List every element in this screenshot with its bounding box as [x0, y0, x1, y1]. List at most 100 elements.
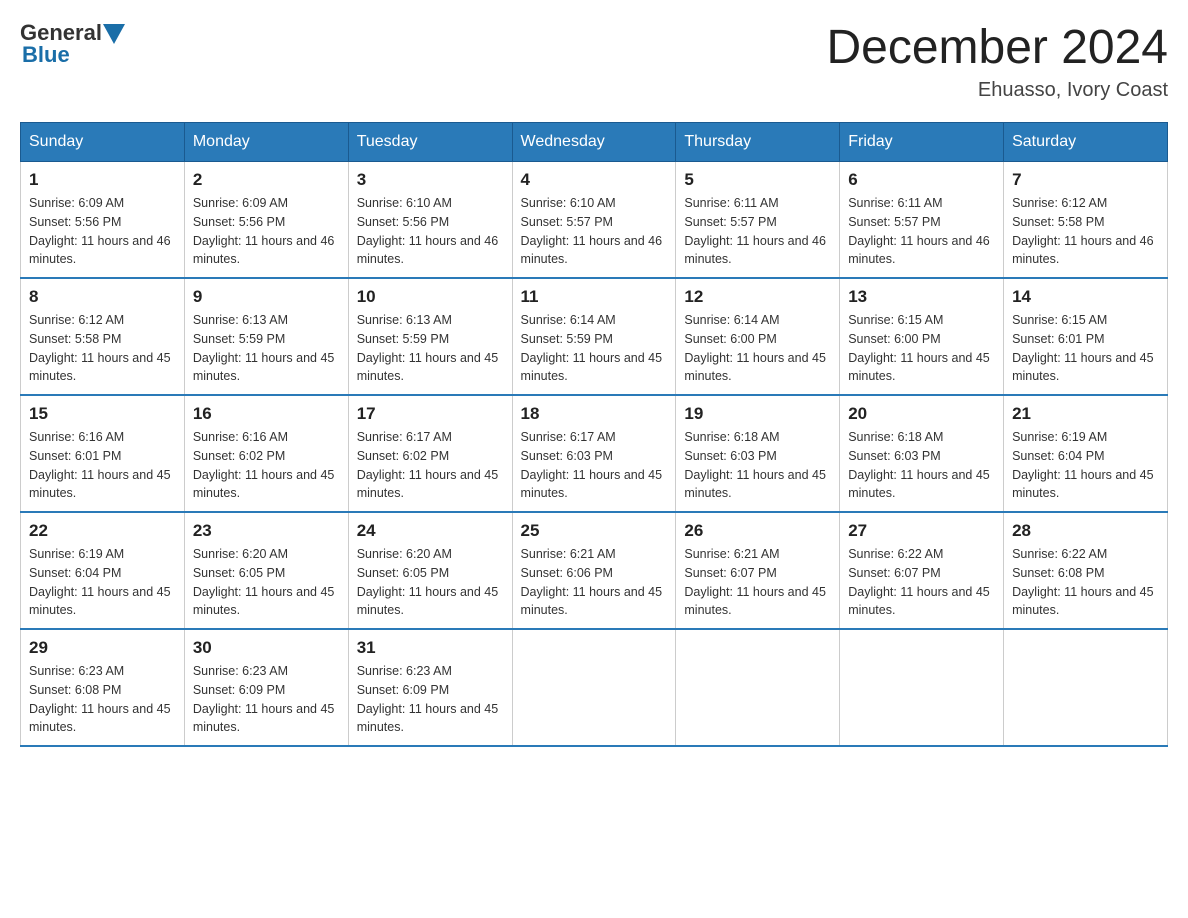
- day-number: 16: [193, 404, 340, 424]
- table-row: 27 Sunrise: 6:22 AM Sunset: 6:07 PM Dayl…: [840, 512, 1004, 629]
- day-info: Sunrise: 6:16 AM Sunset: 6:02 PM Dayligh…: [193, 428, 340, 503]
- day-number: 11: [521, 287, 668, 307]
- day-info: Sunrise: 6:19 AM Sunset: 6:04 PM Dayligh…: [1012, 428, 1159, 503]
- table-row: 17 Sunrise: 6:17 AM Sunset: 6:02 PM Dayl…: [348, 395, 512, 512]
- day-number: 7: [1012, 170, 1159, 190]
- day-info: Sunrise: 6:15 AM Sunset: 6:00 PM Dayligh…: [848, 311, 995, 386]
- table-row: 11 Sunrise: 6:14 AM Sunset: 5:59 PM Dayl…: [512, 278, 676, 395]
- table-row: 10 Sunrise: 6:13 AM Sunset: 5:59 PM Dayl…: [348, 278, 512, 395]
- table-row: 30 Sunrise: 6:23 AM Sunset: 6:09 PM Dayl…: [184, 629, 348, 746]
- day-number: 14: [1012, 287, 1159, 307]
- table-row: [1004, 629, 1168, 746]
- day-number: 15: [29, 404, 176, 424]
- header-monday: Monday: [184, 123, 348, 162]
- table-row: 13 Sunrise: 6:15 AM Sunset: 6:00 PM Dayl…: [840, 278, 1004, 395]
- calendar-week-2: 8 Sunrise: 6:12 AM Sunset: 5:58 PM Dayli…: [21, 278, 1168, 395]
- day-number: 9: [193, 287, 340, 307]
- day-info: Sunrise: 6:20 AM Sunset: 6:05 PM Dayligh…: [357, 545, 504, 620]
- day-number: 26: [684, 521, 831, 541]
- table-row: 28 Sunrise: 6:22 AM Sunset: 6:08 PM Dayl…: [1004, 512, 1168, 629]
- table-row: 9 Sunrise: 6:13 AM Sunset: 5:59 PM Dayli…: [184, 278, 348, 395]
- day-number: 25: [521, 521, 668, 541]
- table-row: 23 Sunrise: 6:20 AM Sunset: 6:05 PM Dayl…: [184, 512, 348, 629]
- day-number: 20: [848, 404, 995, 424]
- day-info: Sunrise: 6:19 AM Sunset: 6:04 PM Dayligh…: [29, 545, 176, 620]
- logo-blue-text: Blue: [22, 42, 70, 68]
- day-info: Sunrise: 6:13 AM Sunset: 5:59 PM Dayligh…: [193, 311, 340, 386]
- table-row: 15 Sunrise: 6:16 AM Sunset: 6:01 PM Dayl…: [21, 395, 185, 512]
- header-sunday: Sunday: [21, 123, 185, 162]
- month-title: December 2024: [826, 20, 1168, 75]
- table-row: 26 Sunrise: 6:21 AM Sunset: 6:07 PM Dayl…: [676, 512, 840, 629]
- calendar-week-1: 1 Sunrise: 6:09 AM Sunset: 5:56 PM Dayli…: [21, 162, 1168, 279]
- day-info: Sunrise: 6:18 AM Sunset: 6:03 PM Dayligh…: [848, 428, 995, 503]
- calendar-week-5: 29 Sunrise: 6:23 AM Sunset: 6:08 PM Dayl…: [21, 629, 1168, 746]
- table-row: 29 Sunrise: 6:23 AM Sunset: 6:08 PM Dayl…: [21, 629, 185, 746]
- day-info: Sunrise: 6:15 AM Sunset: 6:01 PM Dayligh…: [1012, 311, 1159, 386]
- day-number: 13: [848, 287, 995, 307]
- header-friday: Friday: [840, 123, 1004, 162]
- day-info: Sunrise: 6:23 AM Sunset: 6:09 PM Dayligh…: [357, 662, 504, 737]
- day-number: 24: [357, 521, 504, 541]
- day-info: Sunrise: 6:23 AM Sunset: 6:09 PM Dayligh…: [193, 662, 340, 737]
- table-row: 3 Sunrise: 6:10 AM Sunset: 5:56 PM Dayli…: [348, 162, 512, 279]
- calendar-table: Sunday Monday Tuesday Wednesday Thursday…: [20, 122, 1168, 747]
- calendar-week-4: 22 Sunrise: 6:19 AM Sunset: 6:04 PM Dayl…: [21, 512, 1168, 629]
- day-info: Sunrise: 6:21 AM Sunset: 6:06 PM Dayligh…: [521, 545, 668, 620]
- table-row: [840, 629, 1004, 746]
- day-info: Sunrise: 6:16 AM Sunset: 6:01 PM Dayligh…: [29, 428, 176, 503]
- day-number: 10: [357, 287, 504, 307]
- day-number: 29: [29, 638, 176, 658]
- day-number: 12: [684, 287, 831, 307]
- day-info: Sunrise: 6:17 AM Sunset: 6:03 PM Dayligh…: [521, 428, 668, 503]
- logo: General Blue: [20, 20, 125, 68]
- table-row: 22 Sunrise: 6:19 AM Sunset: 6:04 PM Dayl…: [21, 512, 185, 629]
- day-number: 8: [29, 287, 176, 307]
- day-number: 19: [684, 404, 831, 424]
- day-info: Sunrise: 6:20 AM Sunset: 6:05 PM Dayligh…: [193, 545, 340, 620]
- day-number: 17: [357, 404, 504, 424]
- day-info: Sunrise: 6:14 AM Sunset: 5:59 PM Dayligh…: [521, 311, 668, 386]
- header-thursday: Thursday: [676, 123, 840, 162]
- day-info: Sunrise: 6:11 AM Sunset: 5:57 PM Dayligh…: [848, 194, 995, 269]
- location-text: Ehuasso, Ivory Coast: [826, 79, 1168, 102]
- day-number: 1: [29, 170, 176, 190]
- day-info: Sunrise: 6:18 AM Sunset: 6:03 PM Dayligh…: [684, 428, 831, 503]
- day-number: 31: [357, 638, 504, 658]
- logo-arrow-icon: [103, 24, 125, 44]
- day-info: Sunrise: 6:12 AM Sunset: 5:58 PM Dayligh…: [1012, 194, 1159, 269]
- day-info: Sunrise: 6:17 AM Sunset: 6:02 PM Dayligh…: [357, 428, 504, 503]
- page-header: General Blue December 2024 Ehuasso, Ivor…: [20, 20, 1168, 102]
- day-number: 2: [193, 170, 340, 190]
- table-row: 14 Sunrise: 6:15 AM Sunset: 6:01 PM Dayl…: [1004, 278, 1168, 395]
- calendar-week-3: 15 Sunrise: 6:16 AM Sunset: 6:01 PM Dayl…: [21, 395, 1168, 512]
- day-info: Sunrise: 6:23 AM Sunset: 6:08 PM Dayligh…: [29, 662, 176, 737]
- table-row: 7 Sunrise: 6:12 AM Sunset: 5:58 PM Dayli…: [1004, 162, 1168, 279]
- table-row: 4 Sunrise: 6:10 AM Sunset: 5:57 PM Dayli…: [512, 162, 676, 279]
- day-info: Sunrise: 6:09 AM Sunset: 5:56 PM Dayligh…: [193, 194, 340, 269]
- day-number: 22: [29, 521, 176, 541]
- table-row: 5 Sunrise: 6:11 AM Sunset: 5:57 PM Dayli…: [676, 162, 840, 279]
- table-row: [512, 629, 676, 746]
- table-row: 19 Sunrise: 6:18 AM Sunset: 6:03 PM Dayl…: [676, 395, 840, 512]
- title-section: December 2024 Ehuasso, Ivory Coast: [826, 20, 1168, 102]
- day-number: 21: [1012, 404, 1159, 424]
- table-row: 18 Sunrise: 6:17 AM Sunset: 6:03 PM Dayl…: [512, 395, 676, 512]
- header-wednesday: Wednesday: [512, 123, 676, 162]
- table-row: 12 Sunrise: 6:14 AM Sunset: 6:00 PM Dayl…: [676, 278, 840, 395]
- day-number: 6: [848, 170, 995, 190]
- table-row: 24 Sunrise: 6:20 AM Sunset: 6:05 PM Dayl…: [348, 512, 512, 629]
- day-info: Sunrise: 6:22 AM Sunset: 6:07 PM Dayligh…: [848, 545, 995, 620]
- day-info: Sunrise: 6:09 AM Sunset: 5:56 PM Dayligh…: [29, 194, 176, 269]
- day-info: Sunrise: 6:14 AM Sunset: 6:00 PM Dayligh…: [684, 311, 831, 386]
- header-tuesday: Tuesday: [348, 123, 512, 162]
- day-number: 4: [521, 170, 668, 190]
- table-row: 6 Sunrise: 6:11 AM Sunset: 5:57 PM Dayli…: [840, 162, 1004, 279]
- day-number: 18: [521, 404, 668, 424]
- table-row: 31 Sunrise: 6:23 AM Sunset: 6:09 PM Dayl…: [348, 629, 512, 746]
- table-row: 1 Sunrise: 6:09 AM Sunset: 5:56 PM Dayli…: [21, 162, 185, 279]
- day-info: Sunrise: 6:12 AM Sunset: 5:58 PM Dayligh…: [29, 311, 176, 386]
- day-number: 30: [193, 638, 340, 658]
- day-info: Sunrise: 6:21 AM Sunset: 6:07 PM Dayligh…: [684, 545, 831, 620]
- day-number: 27: [848, 521, 995, 541]
